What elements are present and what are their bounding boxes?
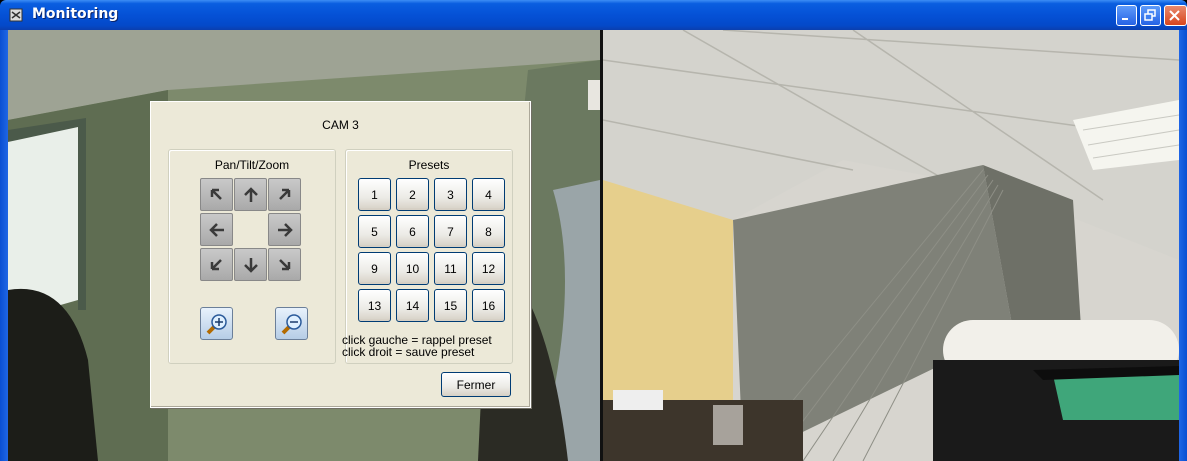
window-title: Monitoring bbox=[32, 6, 119, 22]
close-button[interactable] bbox=[1164, 5, 1187, 26]
preset-button-5[interactable]: 5 bbox=[358, 215, 391, 248]
restore-icon bbox=[1144, 9, 1156, 21]
pan-left-button[interactable] bbox=[200, 213, 233, 246]
down-left-arrow-icon bbox=[210, 258, 222, 270]
left-arrow-icon bbox=[208, 222, 224, 237]
down-right-arrow-icon bbox=[278, 258, 290, 270]
pan-right-button[interactable] bbox=[268, 213, 301, 246]
camera-title: CAM 3 bbox=[322, 118, 359, 132]
pan-down-left-button[interactable] bbox=[200, 248, 233, 281]
preset-button-12[interactable]: 12 bbox=[472, 252, 505, 285]
up-arrow-icon bbox=[243, 186, 258, 202]
minimize-button[interactable] bbox=[1116, 5, 1137, 26]
down-arrow-icon bbox=[243, 257, 258, 273]
preset-button-3[interactable]: 3 bbox=[434, 178, 467, 211]
minimize-icon bbox=[1122, 18, 1128, 20]
preset-button-16[interactable]: 16 bbox=[472, 289, 505, 322]
right-arrow-icon bbox=[277, 222, 293, 237]
preset-button-1[interactable]: 1 bbox=[358, 178, 391, 211]
zoom-out-button[interactable] bbox=[275, 307, 308, 340]
close-icon bbox=[1169, 10, 1180, 21]
preset-button-7[interactable]: 7 bbox=[434, 215, 467, 248]
preset-button-6[interactable]: 6 bbox=[396, 215, 429, 248]
ptz-group: Pan/Tilt/Zoom bbox=[168, 149, 336, 364]
preset-button-14[interactable]: 14 bbox=[396, 289, 429, 322]
preset-button-10[interactable]: 10 bbox=[396, 252, 429, 285]
window-frame-right bbox=[1179, 30, 1187, 461]
up-right-arrow-icon bbox=[278, 188, 290, 200]
preset-button-8[interactable]: 8 bbox=[472, 215, 505, 248]
zoom-out-icon bbox=[281, 313, 302, 334]
preset-button-15[interactable]: 15 bbox=[434, 289, 467, 322]
app-icon bbox=[9, 8, 23, 22]
tilt-up-button[interactable] bbox=[234, 178, 267, 211]
hint-right-click: click droit = sauve preset bbox=[342, 345, 475, 359]
presets-group-label: Presets bbox=[408, 158, 450, 172]
zoom-in-icon bbox=[206, 313, 227, 334]
presets-group: Presets 1 2 3 4 5 6 7 8 9 10 11 12 13 14 15 16 bbox=[345, 149, 513, 364]
pan-up-right-button[interactable] bbox=[268, 178, 301, 211]
ptz-group-label: Pan/Tilt/Zoom bbox=[214, 158, 290, 172]
title-bar[interactable]: Monitoring bbox=[0, 0, 1187, 30]
camera-image-right bbox=[603, 30, 1179, 461]
close-dialog-button[interactable]: Fermer bbox=[441, 372, 511, 397]
window-frame-left bbox=[0, 30, 8, 461]
pan-down-right-button[interactable] bbox=[268, 248, 301, 281]
zoom-in-button[interactable] bbox=[200, 307, 233, 340]
preset-button-9[interactable]: 9 bbox=[358, 252, 391, 285]
preset-button-13[interactable]: 13 bbox=[358, 289, 391, 322]
ptz-dialog: CAM 3 Pan/Tilt/Zoom Presets 1 2 3 4 5 6 … bbox=[150, 101, 531, 408]
restore-button[interactable] bbox=[1140, 5, 1161, 26]
tilt-down-button[interactable] bbox=[234, 248, 267, 281]
up-left-arrow-icon bbox=[210, 188, 222, 200]
preset-button-2[interactable]: 2 bbox=[396, 178, 429, 211]
preset-button-11[interactable]: 11 bbox=[434, 252, 467, 285]
pan-up-left-button[interactable] bbox=[200, 178, 233, 211]
preset-button-4[interactable]: 4 bbox=[472, 178, 505, 211]
camera-feed-right[interactable] bbox=[603, 30, 1179, 461]
